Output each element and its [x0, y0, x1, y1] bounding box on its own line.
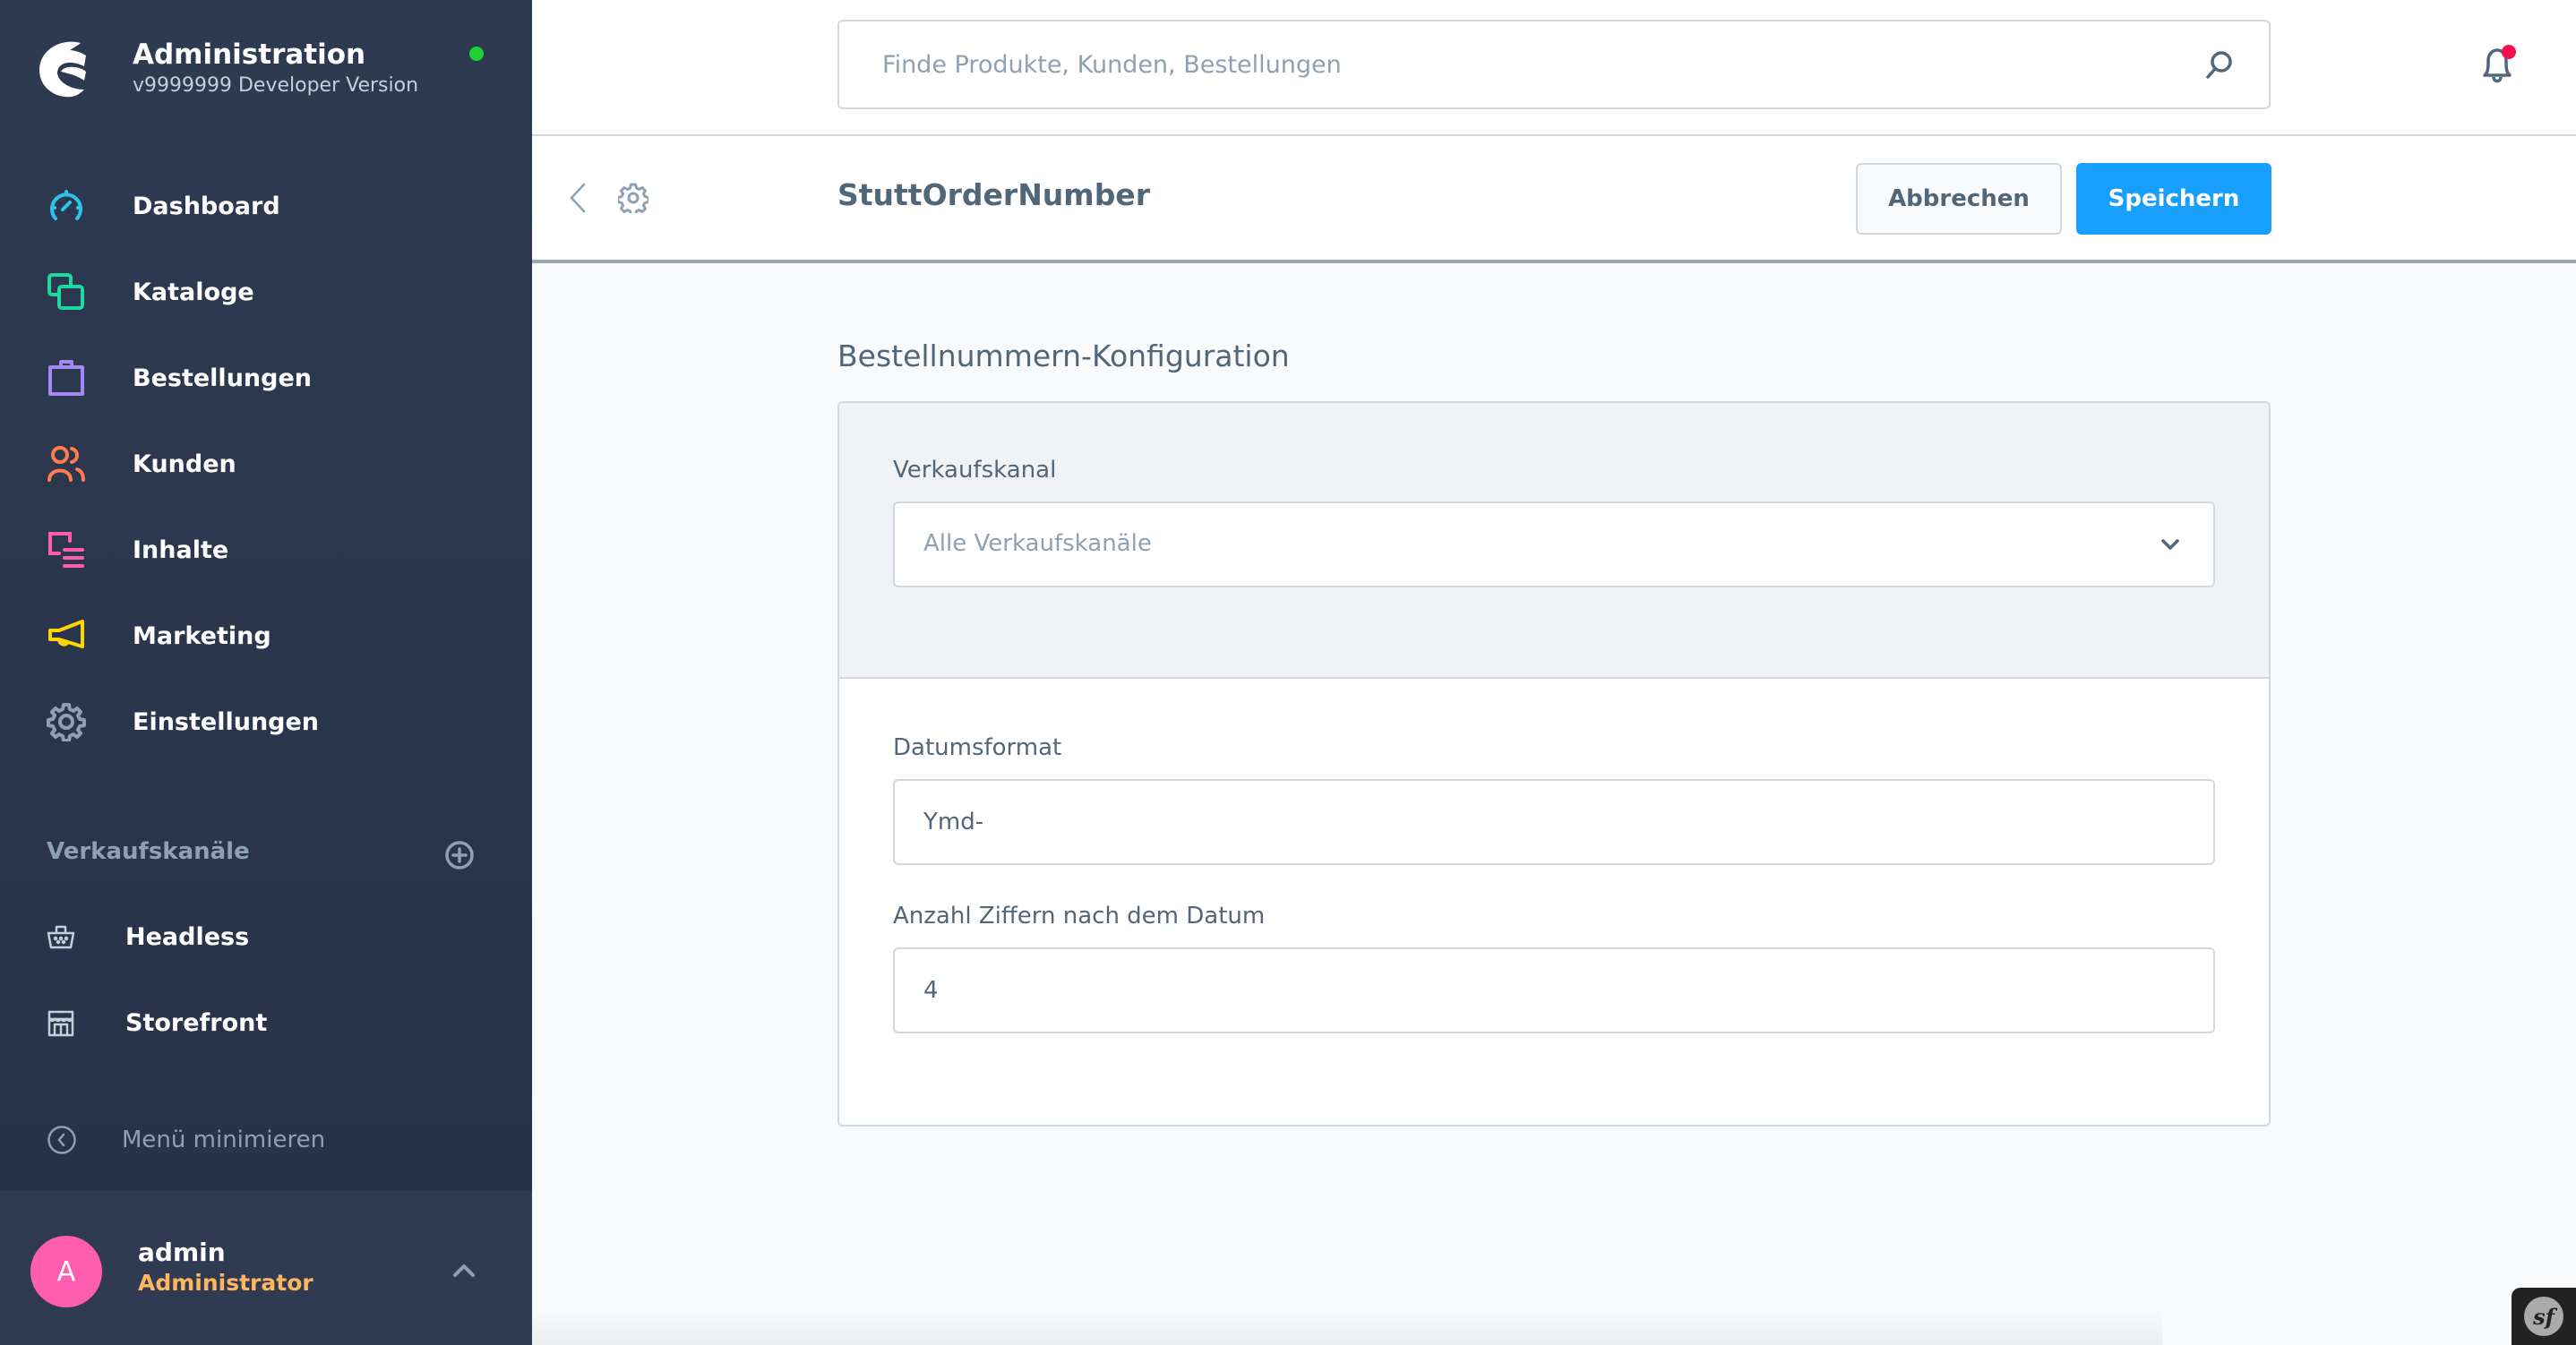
notification-badge — [2502, 45, 2516, 59]
sales-channel-selected: Alle Verkaufskanäle — [923, 530, 1152, 557]
notification-bell-icon[interactable] — [2477, 43, 2519, 88]
user-name: admin — [138, 1238, 226, 1267]
dashboard-icon — [47, 186, 86, 226]
chevron-left-circle-icon — [47, 1126, 76, 1154]
sidebar-item-kataloge[interactable]: Kataloge — [0, 249, 532, 335]
brand: Administration v9999999 Developer Versio… — [34, 36, 418, 100]
sales-channel-list: Headless Storefront — [0, 894, 532, 1066]
sidebar-item-label: Marketing — [133, 621, 271, 650]
sidebar-item-dashboard[interactable]: Dashboard — [0, 163, 532, 249]
sidebar-item-label: Kataloge — [133, 278, 254, 306]
catalog-icon — [47, 272, 86, 312]
sidebar-item-kunden[interactable]: Kunden — [0, 421, 532, 507]
cancel-button[interactable]: Abbrechen — [1856, 163, 2062, 235]
page-title: StuttOrderNumber — [837, 177, 1150, 212]
sidebar-item-label: Einstellungen — [133, 707, 320, 736]
date-format-input[interactable] — [923, 781, 2160, 863]
search-input[interactable] — [882, 21, 2172, 107]
card-title: Bestellnummern-Konfiguration — [837, 338, 1290, 373]
sales-channels-heading: Verkaufskanäle — [47, 838, 250, 865]
basket-icon — [47, 925, 75, 949]
gear-icon — [47, 702, 86, 741]
sidebar-item-label: Dashboard — [133, 192, 280, 220]
megaphone-icon — [47, 616, 86, 655]
customers-icon — [47, 444, 86, 484]
chevron-up-icon[interactable] — [448, 1257, 480, 1284]
sidebar-item-label: Bestellungen — [133, 364, 312, 392]
sales-channel-switch-area: Verkaufskanal Alle Verkaufskanäle — [839, 403, 2269, 679]
symfony-logo-icon: sf — [2524, 1297, 2563, 1336]
orders-bag-icon — [47, 358, 86, 398]
online-status-indicator — [469, 47, 484, 61]
sidebar-item-label: Inhalte — [133, 535, 229, 564]
save-button[interactable]: Speichern — [2076, 163, 2271, 235]
minimize-menu-button[interactable]: Menü minimieren — [47, 1125, 325, 1155]
topbar — [532, 0, 2576, 136]
back-chevron-icon[interactable] — [568, 183, 588, 213]
storefront-icon — [47, 1010, 74, 1037]
avatar: A — [30, 1236, 102, 1307]
chevron-down-icon — [2161, 539, 2179, 550]
digits-input[interactable] — [923, 949, 2160, 1032]
add-sales-channel-icon[interactable] — [444, 840, 475, 870]
bottom-shadow — [532, 1307, 2162, 1345]
sidebar-item-marketing[interactable]: Marketing — [0, 593, 532, 679]
user-role: Administrator — [138, 1270, 313, 1296]
sidebar-item-einstellungen[interactable]: Einstellungen — [0, 679, 532, 765]
digits-field[interactable] — [893, 947, 2215, 1033]
config-card: Verkaufskanal Alle Verkaufskanäle Datums… — [837, 401, 2271, 1127]
search-icon[interactable] — [2204, 50, 2233, 81]
symfony-debug-toolbar-toggle[interactable]: sf — [2512, 1288, 2576, 1345]
smart-bar: StuttOrderNumber Abbrechen Speichern — [532, 136, 2576, 263]
main-navigation: Dashboard Kataloge Bestellungen Kunden I… — [0, 163, 532, 765]
sales-channel-storefront[interactable]: Storefront — [0, 980, 532, 1066]
date-format-label: Datumsformat — [893, 734, 1062, 761]
sales-channel-label: Verkaufskanal — [893, 457, 1057, 484]
sidebar-item-label: Kunden — [133, 450, 236, 478]
shopware-logo-icon — [39, 41, 86, 98]
digits-label: Anzahl Ziffern nach dem Datum — [893, 903, 1266, 930]
sales-channel-label: Storefront — [125, 1008, 268, 1037]
user-profile[interactable]: A admin Administrator — [0, 1191, 532, 1345]
sales-channel-headless[interactable]: Headless — [0, 894, 532, 980]
global-search[interactable] — [837, 20, 2271, 109]
app-version: v9999999 Developer Version — [133, 74, 419, 97]
sales-channel-select[interactable]: Alle Verkaufskanäle — [893, 501, 2215, 587]
sidebar-item-bestellungen[interactable]: Bestellungen — [0, 335, 532, 421]
sales-channel-label: Headless — [125, 922, 250, 951]
sidebar-item-inhalte[interactable]: Inhalte — [0, 507, 532, 593]
minimize-menu-label: Menü minimieren — [122, 1127, 326, 1153]
app-title: Administration — [133, 39, 366, 71]
settings-gear-icon[interactable] — [618, 183, 648, 213]
content-icon — [47, 530, 86, 570]
date-format-field[interactable] — [893, 779, 2215, 865]
sidebar: Administration v9999999 Developer Versio… — [0, 0, 532, 1345]
